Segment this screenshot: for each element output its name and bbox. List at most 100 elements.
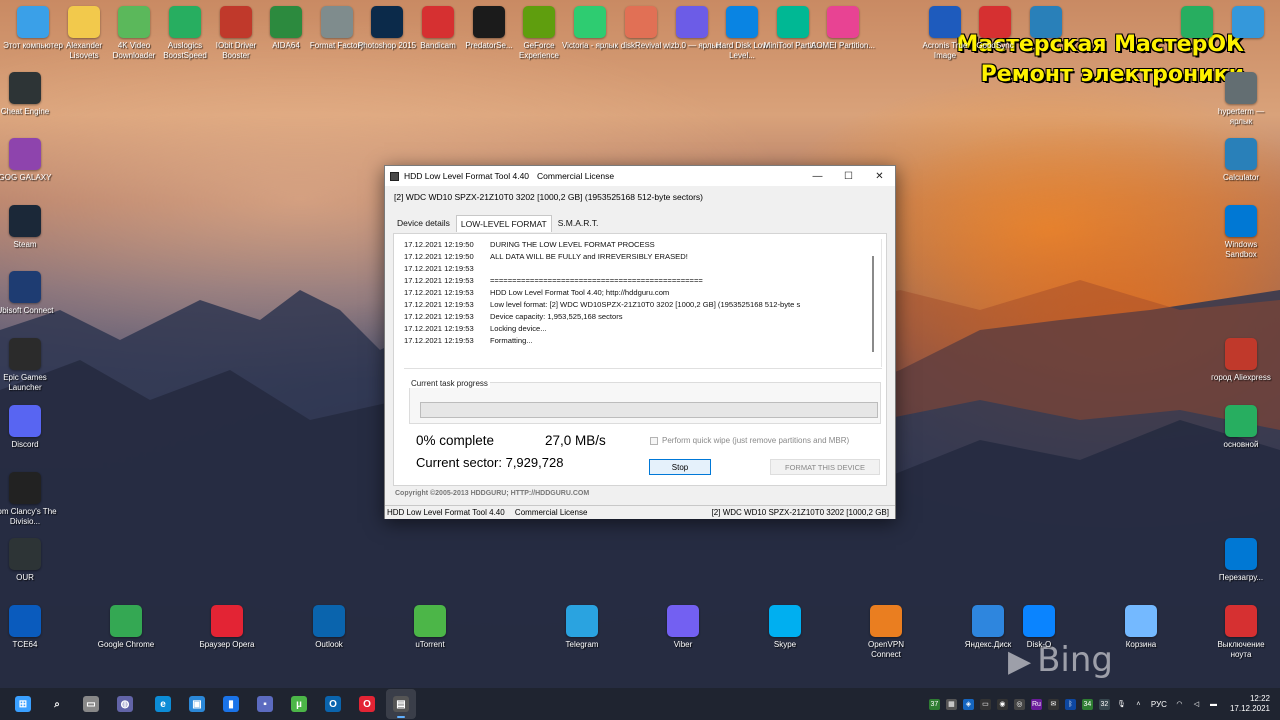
- tray-mic-icon[interactable]: 🎙: [1116, 699, 1127, 710]
- desktop-icon-epic[interactable]: Epic Games Launcher: [0, 338, 58, 393]
- desktop-icon-outlook[interactable]: Outlook: [296, 605, 362, 650]
- window-title: HDD Low Level Format Tool 4.40: [404, 171, 530, 181]
- tab-device-details[interactable]: Device details: [393, 215, 454, 232]
- opera-task-button[interactable]: O: [352, 689, 382, 719]
- desktop-icon-label: Disk-O: [1026, 640, 1052, 649]
- yandex-disk-icon: [972, 605, 1004, 637]
- desktop-icon-steam[interactable]: Steam: [0, 205, 58, 250]
- desktop-icon-folder-blue[interactable]: [1013, 6, 1079, 41]
- aida-icon: [270, 6, 302, 38]
- desktop-icon-aomei[interactable]: AOMEI Partition...: [810, 6, 876, 51]
- nvidia-icon: [523, 6, 555, 38]
- format-log[interactable]: 17.12.2021 12:19:50 DURING THE LOW LEVEL …: [404, 239, 882, 367]
- desktop-icon-our[interactable]: OUR: [0, 538, 58, 583]
- tab-smart[interactable]: S.M.A.R.T.: [554, 215, 603, 232]
- desktop-icon-skype[interactable]: Skype: [752, 605, 818, 650]
- outlook-icon: [313, 605, 345, 637]
- desktop-icon-shutdown[interactable]: Выключение ноута: [1208, 605, 1274, 660]
- hdd-format-tool-window[interactable]: HDD Low Level Format Tool 4.40 Commercia…: [384, 165, 896, 519]
- clock[interactable]: 12:22 17.12.2021: [1230, 694, 1270, 714]
- tray-badge-2[interactable]: 34: [1081, 698, 1093, 710]
- tray-mail-icon[interactable]: ✉: [1047, 698, 1059, 710]
- edge-button[interactable]: e: [148, 689, 178, 719]
- log-scrollbar[interactable]: [872, 256, 874, 352]
- disk-o-icon: [1023, 605, 1055, 637]
- desktop-icon-archive2[interactable]: основной: [1208, 405, 1274, 450]
- store-button[interactable]: ▣: [182, 689, 212, 719]
- desktop-icon-disk-o[interactable]: Disk-O: [1006, 605, 1072, 650]
- log-line: 17.12.2021 12:19:53 Locking device...: [404, 323, 881, 335]
- tray-network-icon[interactable]: ◈: [962, 698, 974, 710]
- close-button[interactable]: ✕: [864, 166, 895, 186]
- search-button[interactable]: ⌕: [42, 689, 72, 719]
- gog-icon: [9, 138, 41, 170]
- desktop-icon-discord[interactable]: Discord: [0, 405, 58, 450]
- folder-icon: [68, 6, 100, 38]
- tray-badge-3[interactable]: 32: [1098, 698, 1110, 710]
- tray-app-icon[interactable]: ▦: [945, 698, 957, 710]
- opera-icon: O: [359, 696, 375, 712]
- start-button[interactable]: ⊞: [8, 689, 38, 719]
- format-device-button[interactable]: FORMAT THIS DEVICE: [770, 459, 880, 475]
- files-button[interactable]: ▮: [216, 689, 246, 719]
- control-icon: [1232, 6, 1264, 38]
- viber-icon: [667, 605, 699, 637]
- desktop-icon-power[interactable]: Перезагру...: [1208, 538, 1274, 583]
- log-message: ALL DATA WILL BE FULLY and IRREVERSIBLY …: [490, 252, 688, 261]
- log-line: 17.12.2021 12:19:53: [404, 263, 881, 275]
- floppy-button[interactable]: ▪: [250, 689, 280, 719]
- tray-eye-icon[interactable]: ◎: [1013, 698, 1025, 710]
- desktop-icon-division[interactable]: Tom Clancy's The Divisio...: [0, 472, 58, 527]
- battery-icon[interactable]: ▬: [1208, 699, 1219, 710]
- driver-icon: [220, 6, 252, 38]
- desktop-icon-cheat-engine[interactable]: Cheat Engine: [0, 72, 58, 117]
- desktop-icon-tce[interactable]: TCE64: [0, 605, 58, 650]
- desktop-icon-recycle-bin[interactable]: Корзина: [1108, 605, 1174, 650]
- desktop-icon-label: Ubisoft Connect: [0, 306, 54, 315]
- quick-wipe-checkbox[interactable]: Perform quick wipe (just remove partitio…: [650, 436, 849, 445]
- desktop-icon-calculator[interactable]: Calculator: [1208, 138, 1274, 183]
- utorrent-task-button[interactable]: µ: [284, 689, 314, 719]
- tray-chevron-icon[interactable]: ˄: [1133, 699, 1144, 710]
- wifi-icon[interactable]: ◠: [1174, 699, 1185, 710]
- archive2-icon: [1225, 405, 1257, 437]
- desktop-icon-chrome[interactable]: Google Chrome: [93, 605, 159, 650]
- skype-icon: [769, 605, 801, 637]
- tray-badge-1[interactable]: 37: [928, 698, 940, 710]
- task-view-icon: ▭: [83, 696, 99, 712]
- desktop-icon-sandbox[interactable]: Windows Sandbox: [1208, 205, 1274, 260]
- log-timestamp: 17.12.2021 12:19:53: [404, 276, 474, 285]
- tab-low-level-format[interactable]: LOW-LEVEL FORMAT: [455, 215, 552, 232]
- desktop-icon-gog[interactable]: GOG GALAXY: [0, 138, 58, 183]
- desktop-icon-telegram[interactable]: Telegram: [549, 605, 615, 650]
- desktop-icon-ubisoft[interactable]: Ubisoft Connect: [0, 271, 58, 316]
- desktop-icon-archive[interactable]: город Aliexpress: [1208, 338, 1274, 383]
- hddtool-task-button[interactable]: ▤: [386, 689, 416, 719]
- power-icon: [1225, 538, 1257, 570]
- tray-ru-icon[interactable]: Ru: [1030, 698, 1042, 710]
- edge-icon: e: [155, 696, 171, 712]
- teams-button[interactable]: ◍: [110, 689, 140, 719]
- desktop-icon-utorrent[interactable]: uTorrent: [397, 605, 463, 650]
- maximize-button[interactable]: ☐: [833, 166, 864, 186]
- tray-bluetooth-icon[interactable]: ᛒ: [1064, 698, 1076, 710]
- tray-record-icon[interactable]: ◉: [996, 698, 1008, 710]
- desktop-icon-control[interactable]: [1215, 6, 1280, 41]
- clock-date: 17.12.2021: [1229, 704, 1270, 713]
- search-icon: ⌕: [54, 698, 60, 710]
- tray-language[interactable]: РУС: [1151, 700, 1167, 709]
- volume-icon[interactable]: ◁: [1191, 699, 1202, 710]
- windows-icon: ⊞: [15, 696, 31, 712]
- desktop-icon-viber[interactable]: Viber: [650, 605, 716, 650]
- tray-monitor-icon[interactable]: ▭: [979, 698, 991, 710]
- desktop-icon-hyperterm[interactable]: hyperterm — ярлык: [1208, 72, 1274, 127]
- stop-button[interactable]: Stop: [649, 459, 711, 475]
- selected-device-line: [2] WDC WD10 SPZX-21Z10T0 3202 [1000,2 G…: [394, 192, 703, 202]
- window-titlebar[interactable]: HDD Low Level Format Tool 4.40 Commercia…: [385, 166, 895, 186]
- task-view-button[interactable]: ▭: [76, 689, 106, 719]
- desktop-icon-opera[interactable]: Браузер Opera: [194, 605, 260, 650]
- desktop-icon-label: Telegram: [565, 640, 599, 649]
- outlook-task-button[interactable]: O: [318, 689, 348, 719]
- minimize-button[interactable]: —: [802, 166, 833, 186]
- desktop-icon-openvpn[interactable]: OpenVPN Connect: [853, 605, 919, 660]
